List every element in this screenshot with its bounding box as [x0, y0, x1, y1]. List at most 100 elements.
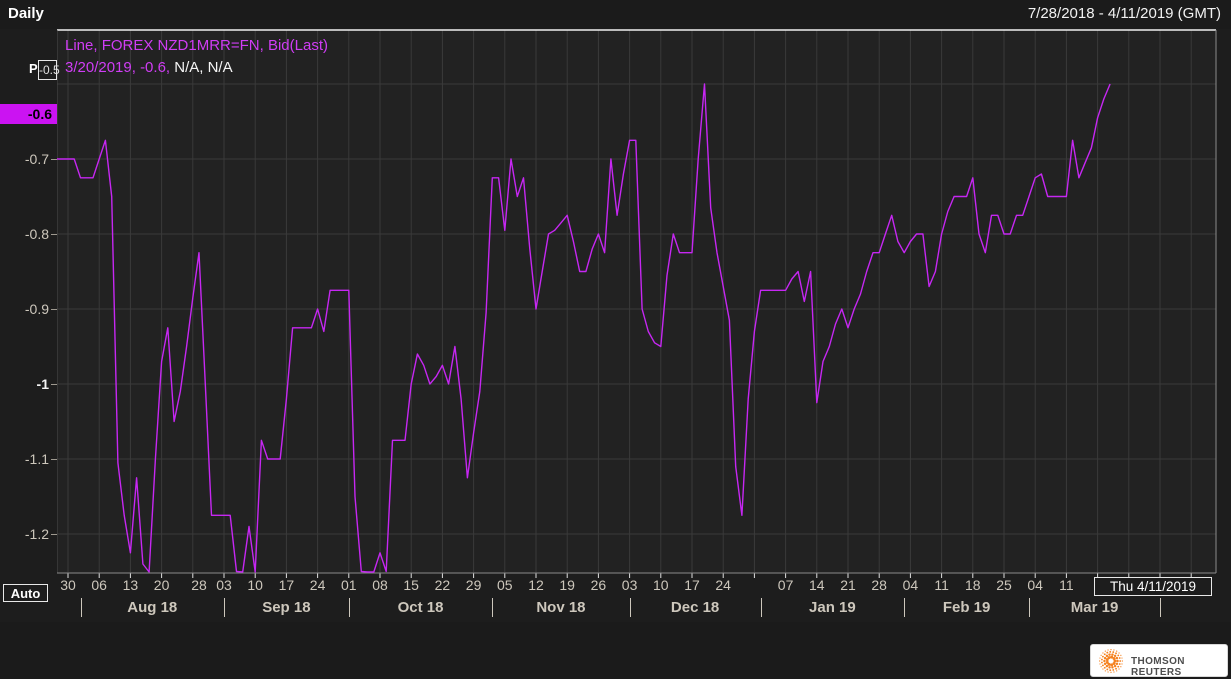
sunburst-dot — [1099, 660, 1100, 661]
sunburst-dot — [1108, 653, 1110, 655]
price-axis-tick — [51, 534, 57, 535]
month-label: Sep 18 — [262, 599, 310, 616]
sunburst-dot — [1108, 656, 1111, 659]
time-axis-label: 17 — [279, 577, 295, 593]
sunburst-dot — [1116, 670, 1117, 671]
sunburst-dot — [1113, 671, 1114, 672]
time-axis-label: 10 — [653, 577, 669, 593]
price-axis-label: -1.2 — [25, 526, 49, 542]
sunburst-dot — [1115, 652, 1117, 654]
time-axis-label: 18 — [965, 577, 981, 593]
sunburst-dot — [1119, 660, 1121, 662]
sunburst-dot — [1119, 657, 1121, 659]
sunburst-dot — [1107, 671, 1108, 672]
series-legend: Line, FOREX NZD1MRR=FN, Bid(Last) 3/20/2… — [65, 35, 328, 79]
price-axis-tick — [51, 309, 57, 310]
time-axis-label: 01 — [341, 577, 357, 593]
bottom-bar: THOMSON REUTERS — [0, 622, 1231, 679]
sunburst-dot — [1107, 649, 1108, 650]
time-axis-label: 25 — [996, 577, 1012, 593]
month-separator — [904, 598, 905, 617]
sunburst-dot — [1114, 665, 1116, 667]
price-axis-label: -0.8 — [25, 226, 49, 242]
price-axis-label: -1.1 — [25, 451, 49, 467]
sunburst-dot — [1114, 655, 1116, 657]
time-axis-label: 07 — [778, 577, 794, 593]
sunburst-dot — [1118, 668, 1119, 669]
time-axis-label: 03 — [216, 577, 232, 593]
legend-last-values: 3/20/2019, -0.6, N/A, N/A — [65, 57, 328, 79]
thomson-reuters-logo: THOMSON REUTERS — [1090, 644, 1228, 677]
price-axis-tick — [51, 384, 57, 385]
time-axis-label: 15 — [403, 577, 419, 593]
legend-series-name[interactable]: Line, FOREX NZD1MRR=FN, Bid(Last) — [65, 35, 328, 57]
time-axis-label: 06 — [91, 577, 107, 593]
sunburst-dot — [1118, 652, 1119, 653]
time-axis-label: 28 — [871, 577, 887, 593]
time-axis-label: 20 — [154, 577, 170, 593]
legend-na-values: N/A, N/A — [170, 59, 233, 76]
month-separator — [761, 598, 762, 617]
month-label: Aug 18 — [127, 599, 177, 616]
sunburst-dot — [1122, 660, 1123, 661]
sunburst-dot — [1121, 663, 1122, 664]
thomson-reuters-logo-text: THOMSON REUTERS — [1131, 656, 1227, 678]
sunburst-dot — [1113, 657, 1116, 660]
month-separator — [81, 598, 82, 617]
last-price-badge: -0.6 — [0, 104, 57, 124]
month-separator — [1160, 598, 1161, 617]
time-axis-label: 11 — [934, 577, 949, 593]
month-separator — [630, 598, 631, 617]
sunburst-dot — [1102, 664, 1104, 666]
price-axis[interactable]: P -0.5 -0.6 -0.7-0.8-0.9-1-1.1-1.2 Auto — [0, 29, 57, 574]
time-axis-label: 11 — [1059, 577, 1074, 593]
sunburst-dot — [1105, 670, 1106, 671]
sunburst-dot — [1105, 651, 1106, 652]
sunburst-dot — [1104, 653, 1106, 655]
sunburst-dot — [1102, 656, 1104, 658]
sunburst-dot — [1120, 655, 1121, 656]
sunburst-dot — [1116, 663, 1118, 665]
month-label-row: Aug 18Sep 18Oct 18Nov 18Dec 18Jan 19Feb … — [0, 598, 1231, 620]
sunburst-dot — [1110, 663, 1113, 666]
thomson-reuters-sunburst-icon — [1097, 647, 1125, 675]
time-axis-label: 04 — [903, 577, 919, 593]
plot-area[interactable] — [57, 30, 1216, 573]
time-axis-label: 08 — [372, 577, 388, 593]
month-separator — [492, 598, 493, 617]
month-label: Dec 18 — [671, 599, 719, 616]
time-axis[interactable]: 3006132028031017240108152229051219260310… — [0, 576, 1231, 596]
sunburst-dot — [1106, 661, 1109, 664]
pointer-value-box: -0.5 — [38, 60, 57, 80]
sunburst-dot — [1115, 668, 1117, 670]
sunburst-dot — [1113, 660, 1116, 663]
month-label: Jan 19 — [809, 599, 856, 616]
sunburst-dot — [1099, 663, 1100, 664]
sunburst-dot — [1111, 653, 1113, 655]
sunburst-dot — [1101, 662, 1103, 664]
time-axis-label: 12 — [528, 577, 544, 593]
sunburst-dot — [1117, 666, 1119, 668]
sunburst-dot — [1102, 652, 1103, 653]
month-label: Feb 19 — [943, 599, 991, 616]
price-axis-label: -0.7 — [25, 151, 49, 167]
price-axis-tick — [51, 234, 57, 235]
sunburst-dot — [1103, 660, 1105, 662]
time-axis-label: 19 — [559, 577, 575, 593]
eikon-chart-window: Daily 7/28/2018 - 4/11/2019 (GMT) P -0.5… — [0, 0, 1231, 679]
sunburst-dot — [1109, 651, 1111, 653]
sunburst-dot — [1101, 659, 1103, 661]
time-axis-label: 30 — [60, 577, 76, 593]
price-axis-label: -0.9 — [25, 301, 49, 317]
sunburst-dot — [1099, 657, 1100, 658]
sunburst-dot — [1106, 652, 1108, 654]
sunburst-dot — [1116, 660, 1118, 662]
sunburst-dot — [1101, 666, 1102, 667]
pointer-marker-label: P — [29, 61, 38, 76]
time-axis-label: 10 — [247, 577, 263, 593]
time-axis-label: 28 — [191, 577, 207, 593]
sunburst-dot — [1106, 668, 1108, 670]
time-axis-label: 21 — [840, 577, 856, 593]
month-separator — [1029, 598, 1030, 617]
price-axis-tick — [51, 459, 57, 460]
